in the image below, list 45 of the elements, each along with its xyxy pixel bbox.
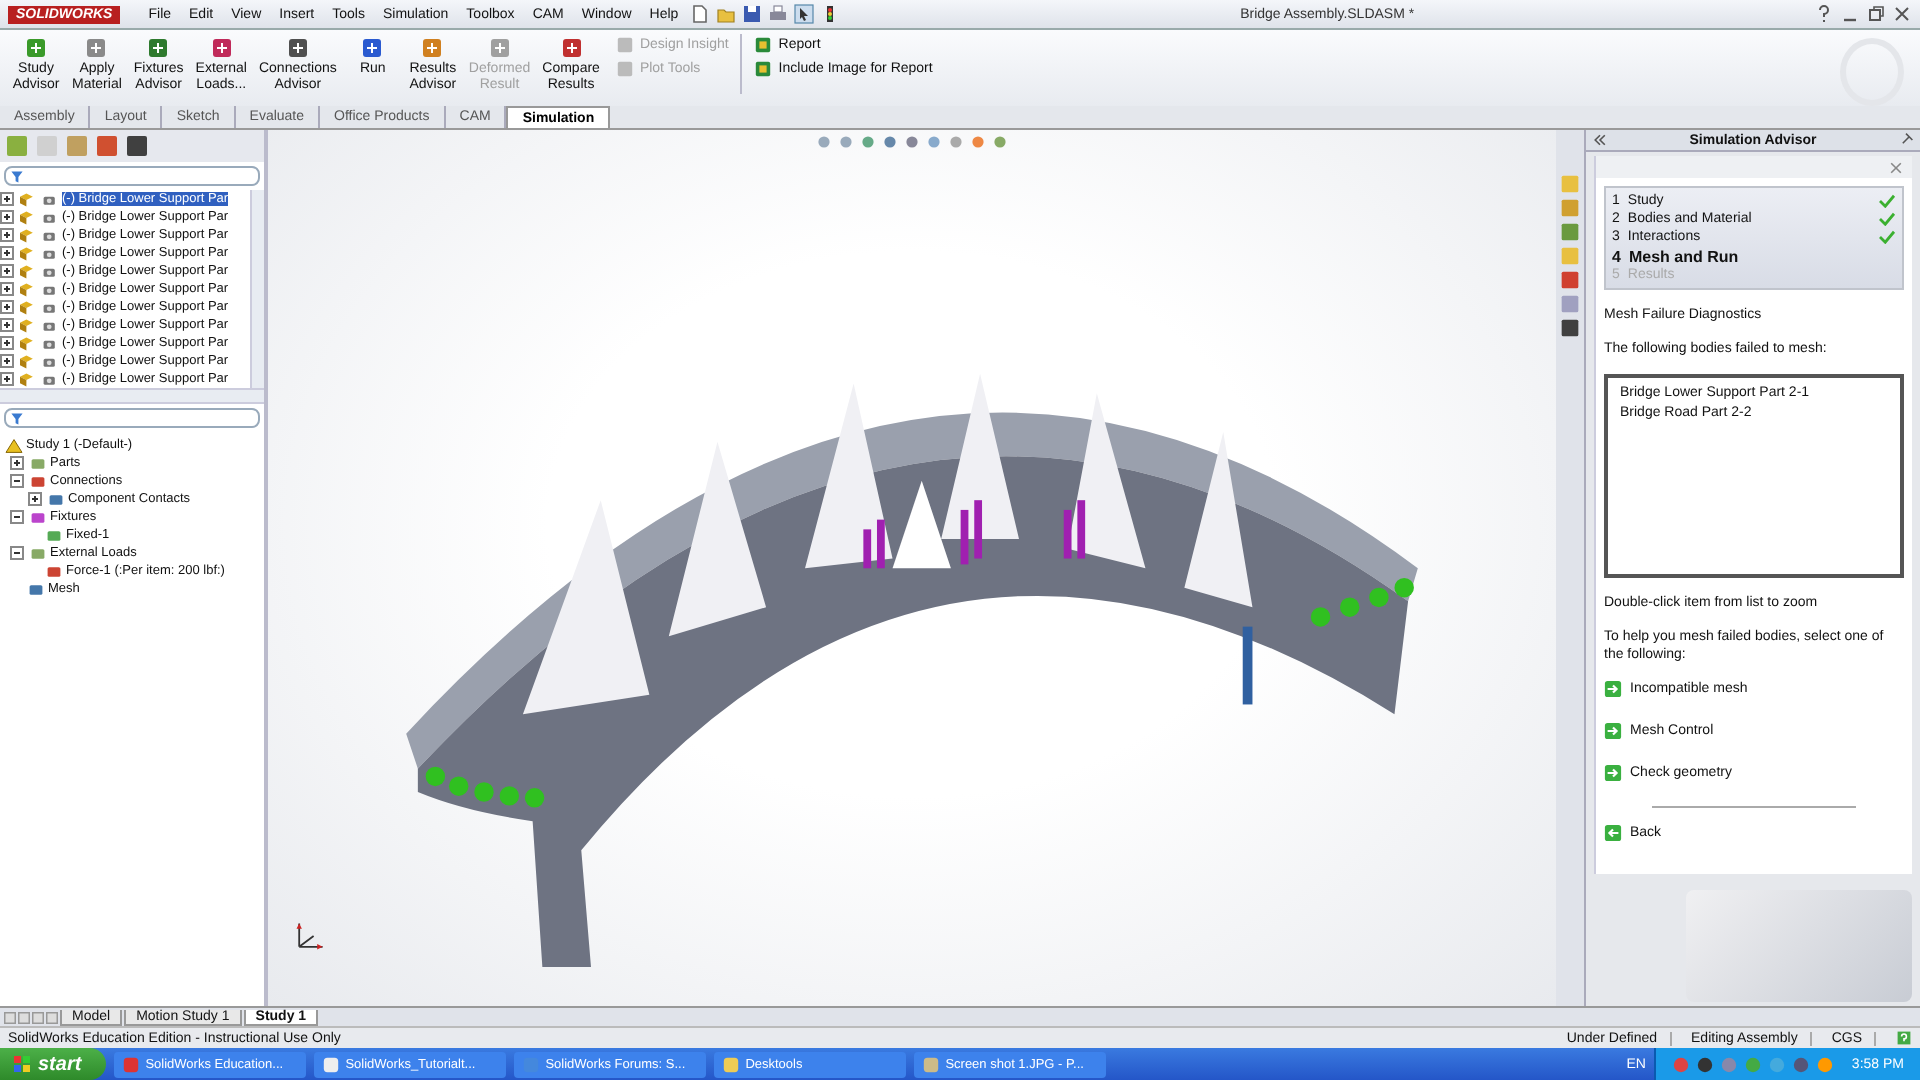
help-icon[interactable] <box>1814 4 1834 24</box>
tool-icon <box>146 36 171 60</box>
tool-icon <box>360 36 385 60</box>
filter-field[interactable] <box>4 166 260 186</box>
pin-icon[interactable] <box>1898 132 1914 148</box>
pointer-icon[interactable] <box>794 4 815 24</box>
save-icon[interactable] <box>742 4 763 24</box>
tool-icon <box>420 36 445 60</box>
forward-arrow-icon[interactable] <box>1604 764 1622 783</box>
filter-icon <box>10 169 24 183</box>
tool-icon <box>84 36 109 60</box>
new-document-icon[interactable] <box>690 4 711 24</box>
expander-icon[interactable] <box>10 456 24 470</box>
filter-icon <box>10 411 24 425</box>
expander-icon[interactable] <box>10 510 24 524</box>
warning-icon <box>4 437 24 453</box>
tool-icon <box>285 36 310 60</box>
scrollbar[interactable] <box>0 388 264 404</box>
app-icon <box>921 1055 940 1073</box>
expander-icon[interactable] <box>10 546 24 560</box>
panel-tab-icon[interactable] <box>124 134 150 158</box>
axis-triad-icon <box>292 918 328 954</box>
forward-arrow-icon[interactable] <box>1604 680 1622 699</box>
collapse-icon[interactable] <box>1592 132 1608 148</box>
expander-icon[interactable] <box>28 492 42 506</box>
close-icon[interactable] <box>1888 159 1904 175</box>
step-item[interactable]: 4 Mesh and Run <box>1612 246 1896 266</box>
tool-icon <box>559 36 584 60</box>
help-icon[interactable] <box>1896 1030 1912 1046</box>
windows-logo-icon <box>12 1054 32 1074</box>
forward-arrow-icon[interactable] <box>1604 722 1622 741</box>
filter-field[interactable] <box>4 408 260 428</box>
tool-icon <box>487 36 512 60</box>
close-icon[interactable] <box>1892 4 1912 24</box>
scrollbar[interactable] <box>250 190 264 388</box>
tool-icon <box>24 36 48 60</box>
back-arrow-icon[interactable] <box>1604 824 1622 843</box>
app-icon <box>321 1055 340 1073</box>
start-button[interactable]: start <box>0 1048 106 1080</box>
panel-tab-icon[interactable] <box>94 134 120 158</box>
expander-icon[interactable] <box>10 474 24 488</box>
tool-icon <box>209 36 234 60</box>
restore-icon[interactable] <box>1866 4 1886 24</box>
app-icon <box>121 1055 140 1073</box>
app-icon <box>721 1055 740 1073</box>
